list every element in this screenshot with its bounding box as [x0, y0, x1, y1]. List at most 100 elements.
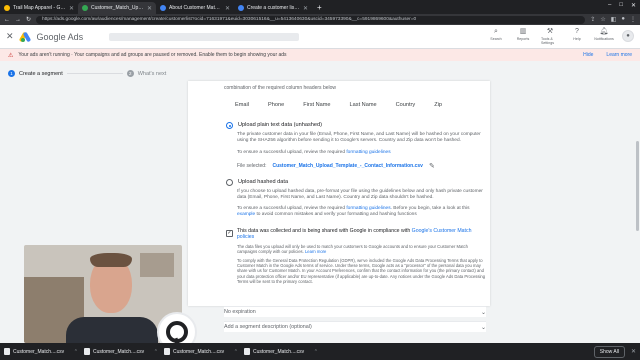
sheets-favicon-icon [82, 5, 88, 11]
close-tab-icon[interactable]: ✕ [303, 5, 308, 12]
reports-tool[interactable]: ▥ Reports [514, 27, 532, 41]
close-window-icon[interactable]: ✕ [631, 2, 636, 9]
column-header: Last Name [349, 102, 377, 109]
extensions-icon[interactable]: ◧ [611, 16, 617, 23]
webcam-background-frame [140, 253, 174, 277]
example-link[interactable]: example [237, 212, 255, 217]
notice-banner: ⚠ Your ads aren't running · Your campaig… [0, 49, 640, 61]
url-field[interactable]: https://ads.google.com/aw/audiences/mana… [36, 15, 586, 24]
hashed-radio[interactable] [226, 178, 233, 186]
plain-text-desc: The private customer data in your file (… [237, 132, 481, 144]
forward-icon[interactable]: → [15, 17, 21, 23]
file-icon [4, 348, 10, 355]
help-icon: ? [575, 28, 579, 35]
google-favicon-icon [238, 5, 244, 11]
address-bar-icons: ⇪ ☆ ◧ ● ⋮ [590, 16, 636, 23]
learn-more-link[interactable]: Learn more [606, 52, 632, 58]
tab-label: About Customer Match - Goo... [169, 5, 222, 11]
download-item[interactable]: Customer_Match....csv ⌃ [84, 348, 158, 355]
maximize-icon[interactable]: □ [619, 2, 623, 9]
chevron-up-icon[interactable]: ⌃ [154, 349, 158, 355]
column-header: Country [395, 102, 416, 109]
consent-fine-print-2: To comply with the General Data Protecti… [237, 258, 486, 284]
download-name: Customer_Match....csv [173, 348, 225, 355]
page-scrollbar[interactable] [635, 81, 640, 343]
download-item[interactable]: Customer_Match....csv ⌃ [164, 348, 238, 355]
search-tool[interactable]: ⌕ Search [487, 27, 505, 41]
form-content: combination of the required column heade… [224, 85, 486, 284]
profile-icon[interactable]: ● [621, 16, 625, 23]
notifications-tool[interactable]: 🔔︎ Notifications [594, 27, 614, 41]
selected-file-name[interactable]: Customer_Match_Upload_Template_-_Contact… [272, 163, 423, 169]
segment-description-row[interactable]: Add a segment description (optional) ⌄ [224, 321, 486, 332]
plain-text-radio-row[interactable]: Upload plain text data (unhashed) [226, 122, 486, 130]
close-icon[interactable]: ✕ [6, 31, 14, 42]
chevron-up-icon[interactable]: ⌃ [74, 349, 78, 355]
chevron-up-icon[interactable]: ⌃ [314, 349, 318, 355]
download-item[interactable]: Customer_Match....csv ⌃ [244, 348, 318, 355]
browser-tab[interactable]: Create a customer list - Goo... ✕ [234, 2, 312, 14]
browser-tab[interactable]: About Customer Match - Goo... ✕ [156, 2, 234, 14]
google-ads-logo-icon [18, 31, 31, 43]
hashed-guidelines: To ensure a successful upload, review th… [237, 206, 486, 218]
tab-label: Create a customer list - Goo... [247, 5, 300, 11]
app-title: Google Ads [36, 31, 84, 42]
guidelines-text: To ensure a successful upload, review th… [237, 206, 347, 212]
star-icon[interactable]: ☆ [600, 16, 605, 23]
chevron-down-icon: ⌄ [480, 309, 486, 316]
edit-pencil-icon[interactable]: ✎ [429, 162, 435, 170]
formatting-guidelines-link[interactable]: formatting guidelines [346, 206, 390, 211]
expiry-row[interactable] [224, 285, 484, 296]
browser-tab-bar: Trail Map Apparel - Google Ads ✕ Custome… [0, 0, 640, 14]
download-bar: Customer_Match....csv ⌃ Customer_Match..… [0, 343, 640, 360]
step-divider [66, 73, 123, 74]
expiry-label: No expiration [224, 309, 256, 315]
step-2-number: 2 [126, 70, 134, 77]
minimize-icon[interactable]: – [608, 2, 611, 9]
download-item[interactable]: Customer_Match....csv ⌃ [4, 348, 78, 355]
browser-tab[interactable]: Trail Map Apparel - Google Ads ✕ [0, 2, 78, 14]
close-tab-icon[interactable]: ✕ [69, 5, 74, 12]
tools-settings-tool[interactable]: ⚒ Tools & Settings [541, 27, 559, 45]
show-all-button[interactable]: Show All [593, 345, 625, 358]
tools-icon: ⚒ [546, 28, 554, 35]
ads-header: ✕ Google Ads ⌕ Search ▥ Reports ⚒ Tools … [0, 25, 640, 49]
presenter-shirt [66, 317, 158, 343]
reload-icon[interactable]: ↻ [26, 16, 31, 23]
menu-icon[interactable]: ⋮ [630, 16, 636, 23]
close-tab-icon[interactable]: ✕ [147, 5, 152, 12]
download-name: Customer_Match....csv [93, 348, 145, 355]
reports-icon: ▥ [519, 28, 527, 35]
step-2-label: What's next [137, 70, 167, 77]
column-headers: Email Phone First Name Last Name Country… [235, 102, 486, 108]
avatar[interactable]: ● [622, 30, 634, 42]
chevron-down-icon: ⌄ [480, 324, 486, 331]
back-icon[interactable]: ← [4, 17, 10, 23]
consent-checkbox-row[interactable]: ✓ This data was collected and is being s… [226, 228, 486, 240]
formatting-guidelines-link[interactable]: formatting guidelines [346, 150, 390, 155]
scrollbar-thumb[interactable] [636, 141, 639, 231]
plain-text-radio[interactable] [226, 122, 233, 130]
download-name: Customer_Match....csv [13, 348, 65, 355]
tool-label: Tools & Settings [541, 37, 554, 45]
hashed-title: Upload hashed data [238, 178, 289, 185]
chevron-up-icon[interactable]: ⌃ [234, 349, 238, 355]
tab-label: Trail Map Apparel - Google Ads [13, 5, 66, 11]
learn-more-link[interactable]: Learn more [305, 249, 326, 254]
consent-checkbox[interactable]: ✓ [226, 230, 233, 238]
share-icon[interactable]: ⇪ [590, 16, 595, 23]
close-icon[interactable]: ✕ [631, 348, 636, 355]
column-header: Zip [434, 102, 442, 109]
download-name: Customer_Match....csv [253, 348, 305, 355]
help-tool[interactable]: ? Help [568, 27, 586, 41]
plain-text-title: Upload plain text data (unhashed) [238, 122, 322, 129]
close-tab-icon[interactable]: ✕ [225, 5, 230, 12]
hide-button[interactable]: Hide [583, 52, 593, 58]
hashed-desc: If you choose to upload hashed data, pre… [237, 188, 483, 201]
description-label: Add a segment description (optional) [224, 324, 312, 330]
membership-duration-row[interactable]: No expiration ⌄ [224, 306, 486, 317]
address-bar: ← → ↻ https://ads.google.com/aw/audience… [0, 14, 640, 25]
browser-tab-active[interactable]: Customer_Match_Upload_Te... ✕ [78, 2, 156, 14]
hashed-radio-row[interactable]: Upload hashed data [226, 178, 486, 186]
new-tab-icon[interactable]: + [312, 2, 327, 14]
